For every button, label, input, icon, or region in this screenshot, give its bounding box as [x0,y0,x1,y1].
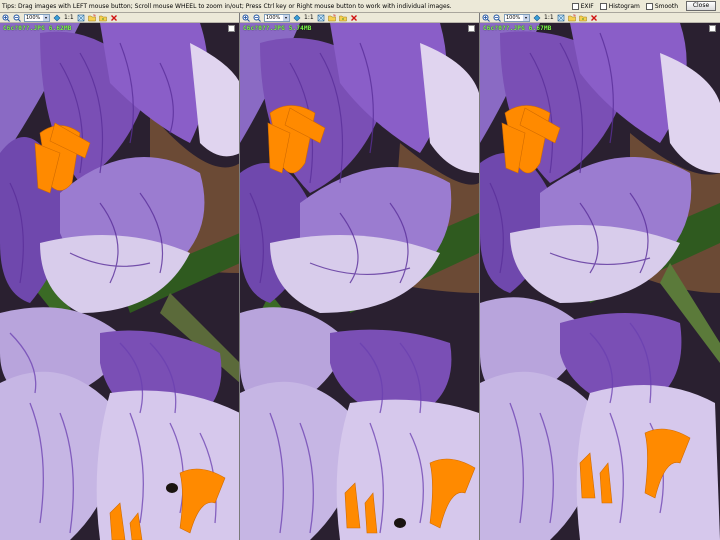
select-checkbox[interactable] [468,25,475,32]
smooth-checkbox[interactable] [645,2,653,10]
fullscreen-icon[interactable] [77,14,85,22]
image-caption: C6c?0??.JPG 5.74MB [243,25,312,32]
select-checkbox[interactable] [709,25,716,32]
pane-toolbar: 100% ▾ 1:1 [0,13,239,23]
crocus-photo [240,23,479,540]
image-panes: 100% ▾ 1:1 C6c?0??.JPG 6.62MB 100% ▾ 1:1… [0,13,720,540]
image-view-2[interactable]: C6c?0??.JPG 5.74MB [240,23,479,540]
exif-option[interactable]: EXIF [571,2,594,10]
close-image-icon[interactable] [350,14,358,22]
fit-icon[interactable] [53,14,61,22]
select-checkbox[interactable] [228,25,235,32]
histogram-label: Histogram [608,2,640,10]
zoom-select[interactable]: 100% ▾ [504,13,530,22]
zoom-value: 100% [26,14,41,21]
open-folder-icon[interactable] [327,14,336,22]
close-button[interactable]: Close [686,1,716,11]
image-pane-1: 100% ▾ 1:1 C6c?0??.JPG 6.62MB [0,13,240,540]
chevron-down-icon: ▾ [283,14,289,21]
image-view-3[interactable]: C6c?0??.JPG 6.67MB [480,23,720,540]
image-view-1[interactable]: C6c?0??.JPG 6.62MB [0,23,239,540]
smooth-label: Smooth [654,2,678,10]
close-image-icon[interactable] [590,14,598,22]
image-caption: C6c?0??.JPG 6.67MB [483,25,552,32]
zoom-out-icon[interactable] [13,14,21,22]
open-folder-icon[interactable] [87,14,96,22]
histogram-option[interactable]: Histogram [599,2,640,10]
rotate-icon[interactable] [578,14,587,22]
zoom-in-icon[interactable] [482,14,490,22]
zoom-select[interactable]: 100% ▾ [24,13,50,22]
exif-checkbox[interactable] [571,2,579,10]
chevron-down-icon: ▾ [523,14,529,21]
actual-size-button[interactable]: 1:1 [64,14,74,21]
top-toolbar: Tips: Drag images with LEFT mouse button… [0,0,720,13]
fullscreen-icon[interactable] [557,14,565,22]
histogram-checkbox[interactable] [599,2,607,10]
zoom-out-icon[interactable] [493,14,501,22]
zoom-value: 100% [506,14,521,21]
actual-size-button[interactable]: 1:1 [304,14,314,21]
rotate-icon[interactable] [338,14,347,22]
crocus-photo [0,23,239,540]
image-pane-2: 100% ▾ 1:1 C6c?0??.JPG 5.74MB [240,13,480,540]
zoom-select[interactable]: 100% ▾ [264,13,290,22]
fullscreen-icon[interactable] [317,14,325,22]
pane-toolbar: 100% ▾ 1:1 [480,13,720,23]
image-caption: C6c?0??.JPG 6.62MB [3,25,72,32]
zoom-in-icon[interactable] [2,14,10,22]
exif-label: EXIF [580,2,594,10]
open-folder-icon[interactable] [567,14,576,22]
actual-size-button[interactable]: 1:1 [544,14,554,21]
zoom-in-icon[interactable] [242,14,250,22]
smooth-option[interactable]: Smooth [645,2,678,10]
zoom-out-icon[interactable] [253,14,261,22]
image-pane-3: 100% ▾ 1:1 C6c?0??.JPG 6.67MB [480,13,720,540]
fit-icon[interactable] [293,14,301,22]
close-image-icon[interactable] [110,14,118,22]
zoom-value: 100% [266,14,281,21]
fit-icon[interactable] [533,14,541,22]
pane-toolbar: 100% ▾ 1:1 [240,13,479,23]
crocus-photo [480,23,720,540]
rotate-icon[interactable] [98,14,107,22]
chevron-down-icon: ▾ [43,14,49,21]
tips-text: Tips: Drag images with LEFT mouse button… [2,2,452,10]
